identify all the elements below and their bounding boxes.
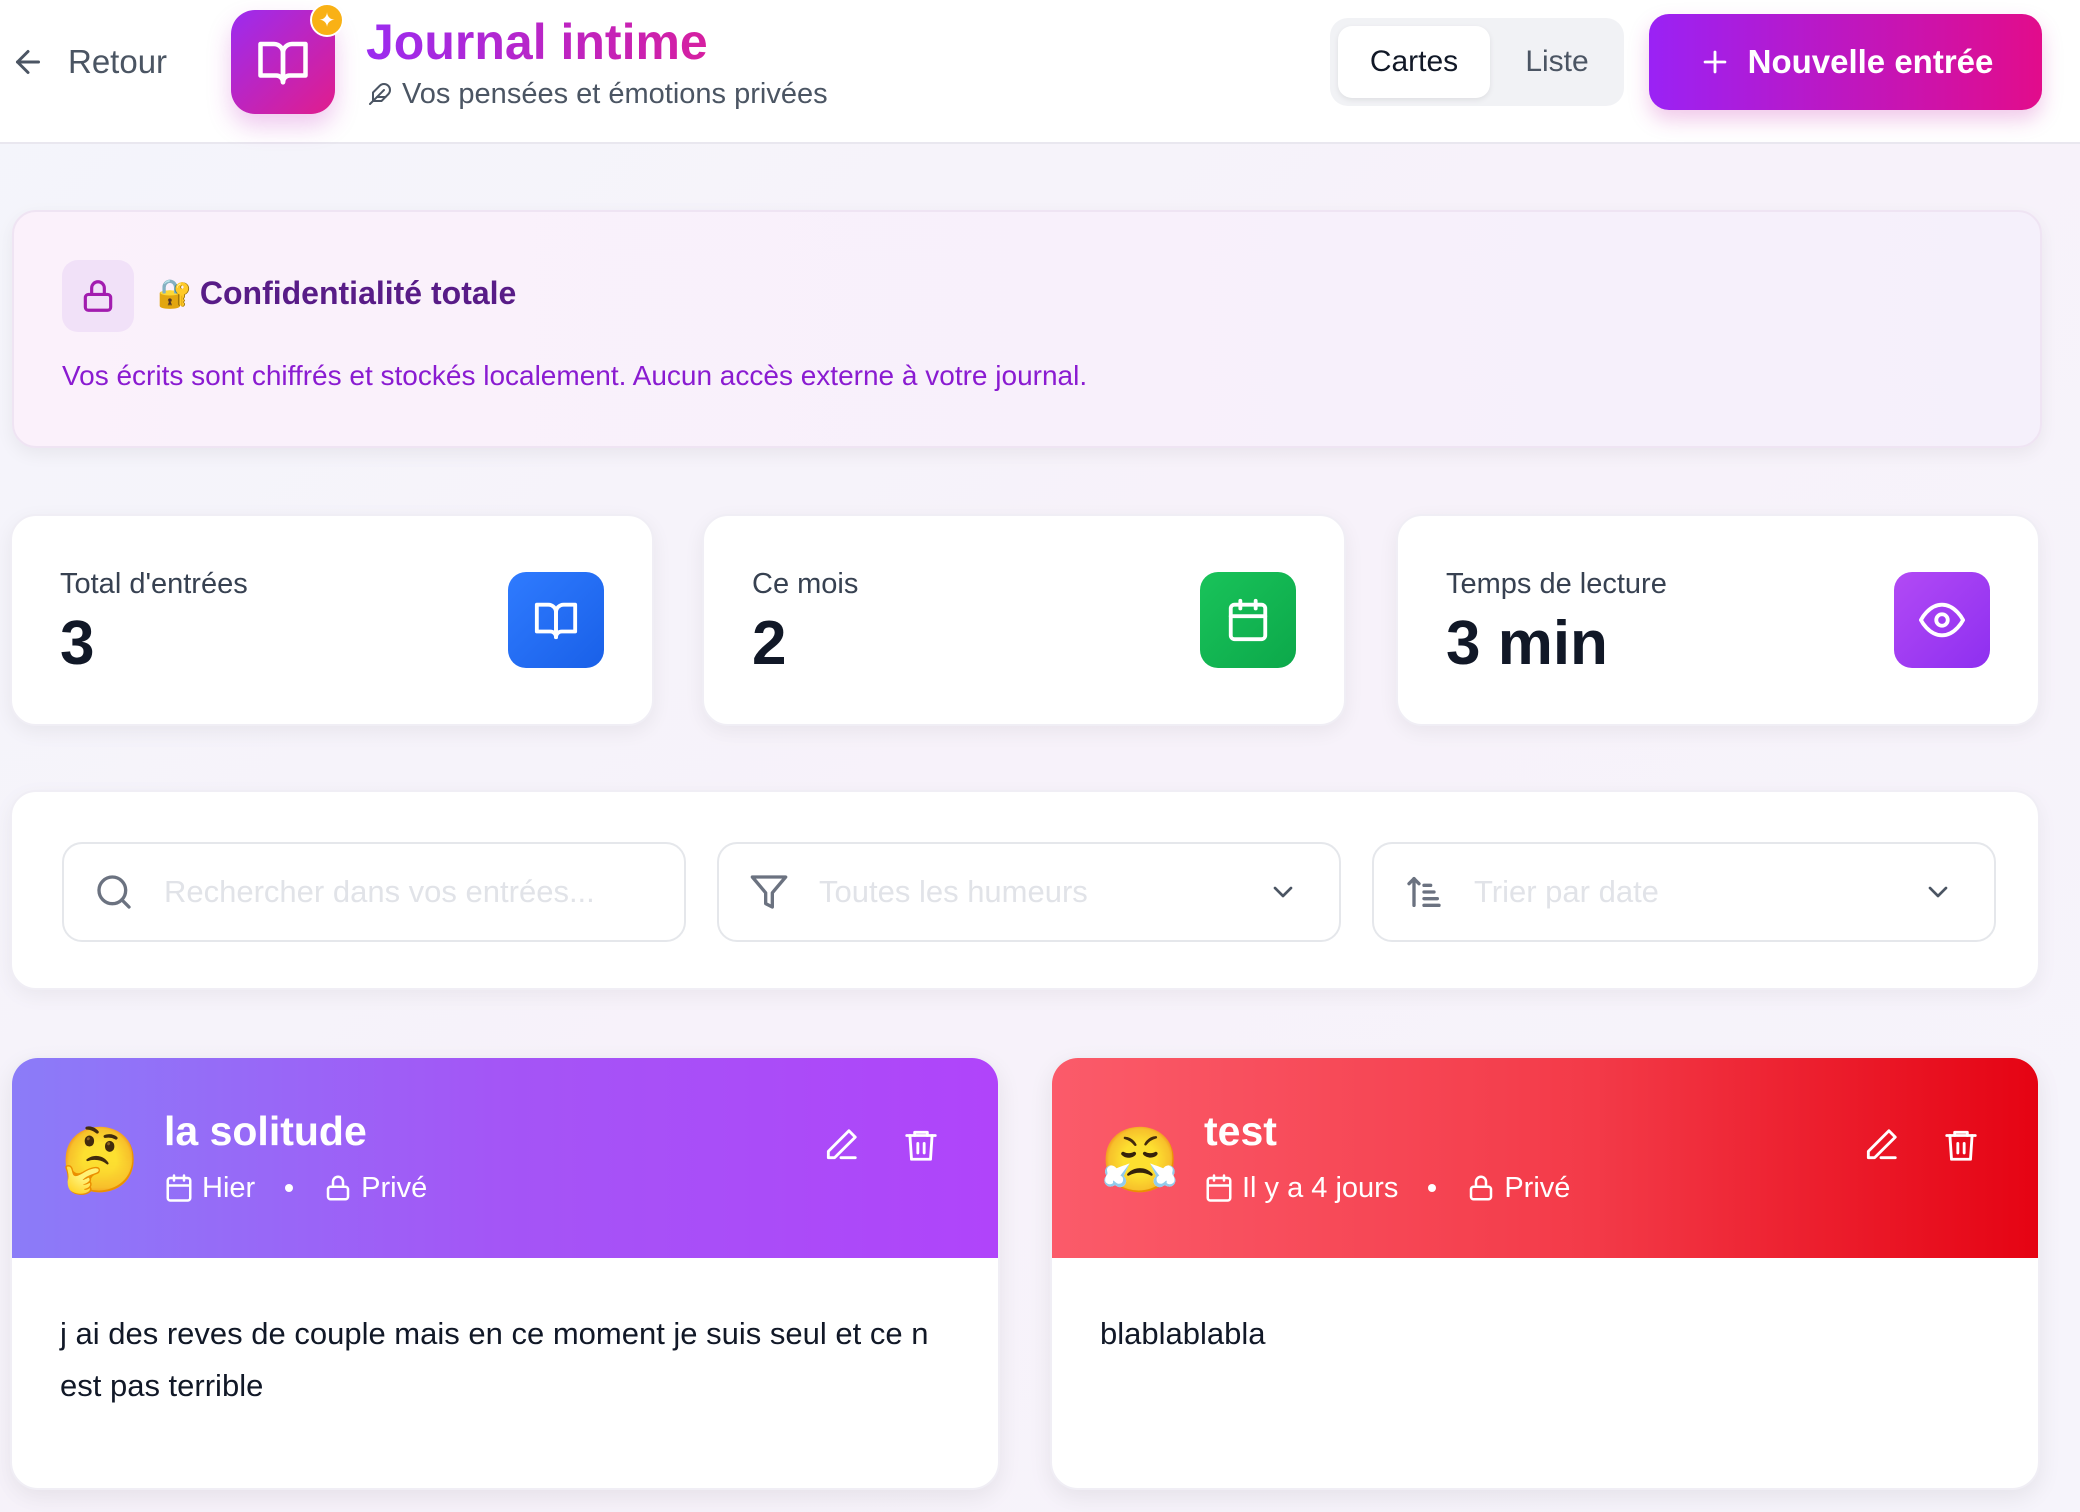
sort-select[interactable]: Trier par date [1372,842,1996,942]
calendar-icon [1206,1174,1232,1202]
entry-date: Il y a 4 jours [1242,1171,1399,1204]
mood-emoji-icon: 🤔 [60,1124,140,1196]
stat-value: 3 [60,609,95,678]
sort-ascending-icon [1407,877,1441,907]
calendar-icon [166,1174,192,1202]
sparkle-icon: ✦ [310,3,344,37]
stat-icon-badge [1200,572,1296,668]
view-cards-button[interactable]: Cartes [1338,26,1490,98]
stat-label: Temps de lecture [1446,568,1667,600]
eye-icon [1919,602,1965,638]
entry-header: 😤 test Il y a 4 jours Privé [1052,1058,2038,1258]
privacy-title: 🔐 Confidentialité totale [157,275,516,312]
entry-title: la solitude [164,1108,367,1154]
view-list-button[interactable]: Liste [1496,26,1618,98]
pencil-icon [1866,1129,1897,1160]
page-title: Journal intime [366,14,708,70]
sort-value: Trier par date [1474,874,1659,909]
entry-visibility: Privé [361,1171,428,1204]
chevron-down-icon [1273,886,1293,898]
trash-icon [905,1130,937,1161]
chevron-down-icon [1928,886,1948,898]
page-subtitle: Vos pensées et émotions privées [368,76,828,112]
stat-icon-badge [1894,572,1990,668]
entry-title: test [1204,1108,1277,1154]
stat-label: Total d'entrées [60,568,248,600]
entry-body: j ai des reves de couple mais en ce mome… [60,1316,929,1403]
edit-button[interactable] [1862,1126,1900,1164]
stat-label: Ce mois [752,568,859,600]
delete-button[interactable] [1942,1126,1980,1164]
filter-icon [750,875,788,909]
privacy-title-text: Confidentialité totale [199,275,517,311]
stat-icon-badge [508,572,604,668]
lock-icon [83,280,113,312]
back-button[interactable]: Retour [10,36,167,88]
entry-header: 🤔 la solitude Hier Privé [12,1058,998,1258]
entry-visibility: Privé [1504,1171,1571,1204]
view-toggle: Cartes Liste [1330,18,1624,106]
stat-value: 3 min [1446,609,1608,678]
edit-button[interactable] [822,1126,860,1164]
entry-meta: Il y a 4 jours Privé [1204,1168,1570,1208]
mood-emoji-icon: 😤 [1100,1124,1180,1196]
mood-filter-select[interactable]: Toutes les humeurs [717,842,1341,942]
journal-entry-card[interactable]: 😤 test Il y a 4 jours Privé blablablabla [1050,1056,2040,1490]
filters-panel: Toutes les humeurs Trier par date [10,790,2040,990]
new-entry-button[interactable]: Nouvelle entrée [1649,14,2042,110]
arrow-left-icon [16,50,40,74]
search-field [62,842,686,942]
separator-dot [1428,1184,1437,1192]
journal-entry-card[interactable]: 🤔 la solitude Hier Privé j ai des reves … [10,1056,1000,1490]
stat-card-this-month: Ce mois 2 [702,514,1346,726]
feather-icon [369,83,391,105]
entry-meta: Hier Privé [164,1168,427,1208]
new-entry-label: Nouvelle entrée [1747,43,1994,80]
entry-body: blablablabla [1100,1316,1266,1351]
entry-actions [1862,1126,1980,1164]
plus-icon [1703,50,1726,74]
subtitle-text: Vos pensées et émotions privées [402,77,828,110]
stat-card-total-entries: Total d'entrées 3 [10,514,654,726]
separator-dot [285,1184,294,1192]
back-label: Retour [68,43,168,80]
delete-button[interactable] [902,1126,940,1164]
entry-date: Hier [202,1171,256,1204]
lock-key-emoji-icon: 🔐 [157,278,192,309]
trash-icon [1945,1130,1977,1161]
lock-icon-badge [62,260,134,332]
search-input[interactable] [164,874,684,910]
stat-value: 2 [752,609,787,678]
lock-icon [326,1175,350,1201]
lock-icon [1470,1175,1493,1201]
mood-filter-value: Toutes les humeurs [819,874,1088,909]
book-open-icon [258,41,308,85]
calendar-icon [1228,598,1268,642]
stat-card-reading-time: Temps de lecture 3 min [1396,514,2040,726]
pencil-icon [826,1129,857,1160]
book-open-icon [534,602,578,640]
top-header: Retour ✦ Journal intime Vos pensées et é… [0,0,2080,144]
entry-actions [822,1126,940,1164]
search-icon [97,875,131,909]
privacy-banner: 🔐 Confidentialité totale Vos écrits sont… [12,210,2042,448]
privacy-description: Vos écrits sont chiffrés et stockés loca… [62,360,1088,391]
